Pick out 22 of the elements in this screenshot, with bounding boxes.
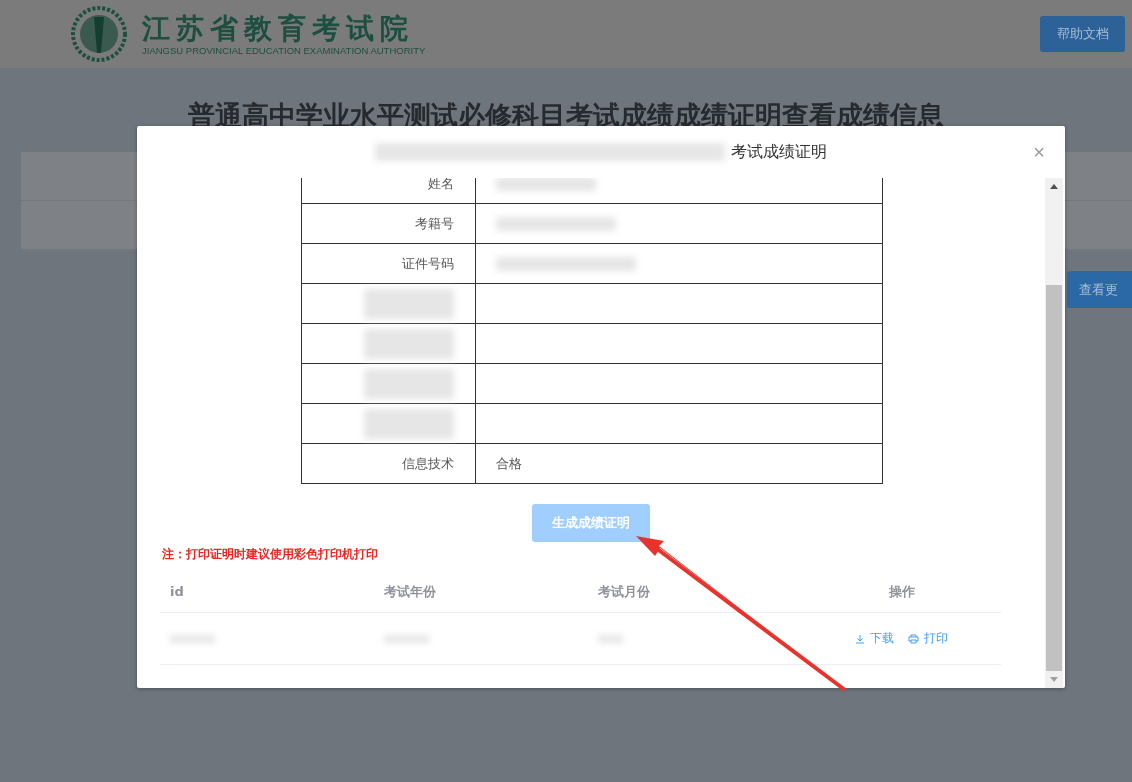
print-note: 注：打印证明时建议使用彩色打印机打印	[162, 546, 379, 563]
printer-icon	[908, 633, 919, 644]
column-header: 考试月份	[597, 582, 651, 601]
logo-title: 江苏省教育考试院	[142, 12, 415, 45]
download-link[interactable]: 下载	[855, 630, 894, 647]
help-button[interactable]: 帮助文档	[1040, 16, 1125, 52]
download-icon	[855, 633, 865, 644]
field-label: 考籍号	[302, 204, 476, 243]
more-button[interactable]: 查看更	[1067, 271, 1132, 308]
scrollbar[interactable]	[1045, 178, 1063, 688]
field-label: 信息技术	[302, 444, 476, 483]
field-value: 合格	[496, 454, 522, 473]
field-label: 证件号码	[302, 244, 476, 283]
dialog-title: 考试成绩证明	[731, 141, 827, 163]
scroll-thumb[interactable]	[1046, 285, 1062, 671]
print-link[interactable]: 打印	[908, 630, 948, 647]
column-header: 考试年份	[383, 582, 437, 601]
close-button[interactable]: ×	[1033, 142, 1045, 162]
logo-subtitle: JIANGSU PROVINCIAL EDUCATION EXAMINATION AUTHORITY	[142, 44, 426, 56]
column-header: id	[169, 584, 185, 599]
column-header: 操作	[887, 582, 916, 601]
emblem-icon	[70, 5, 128, 63]
